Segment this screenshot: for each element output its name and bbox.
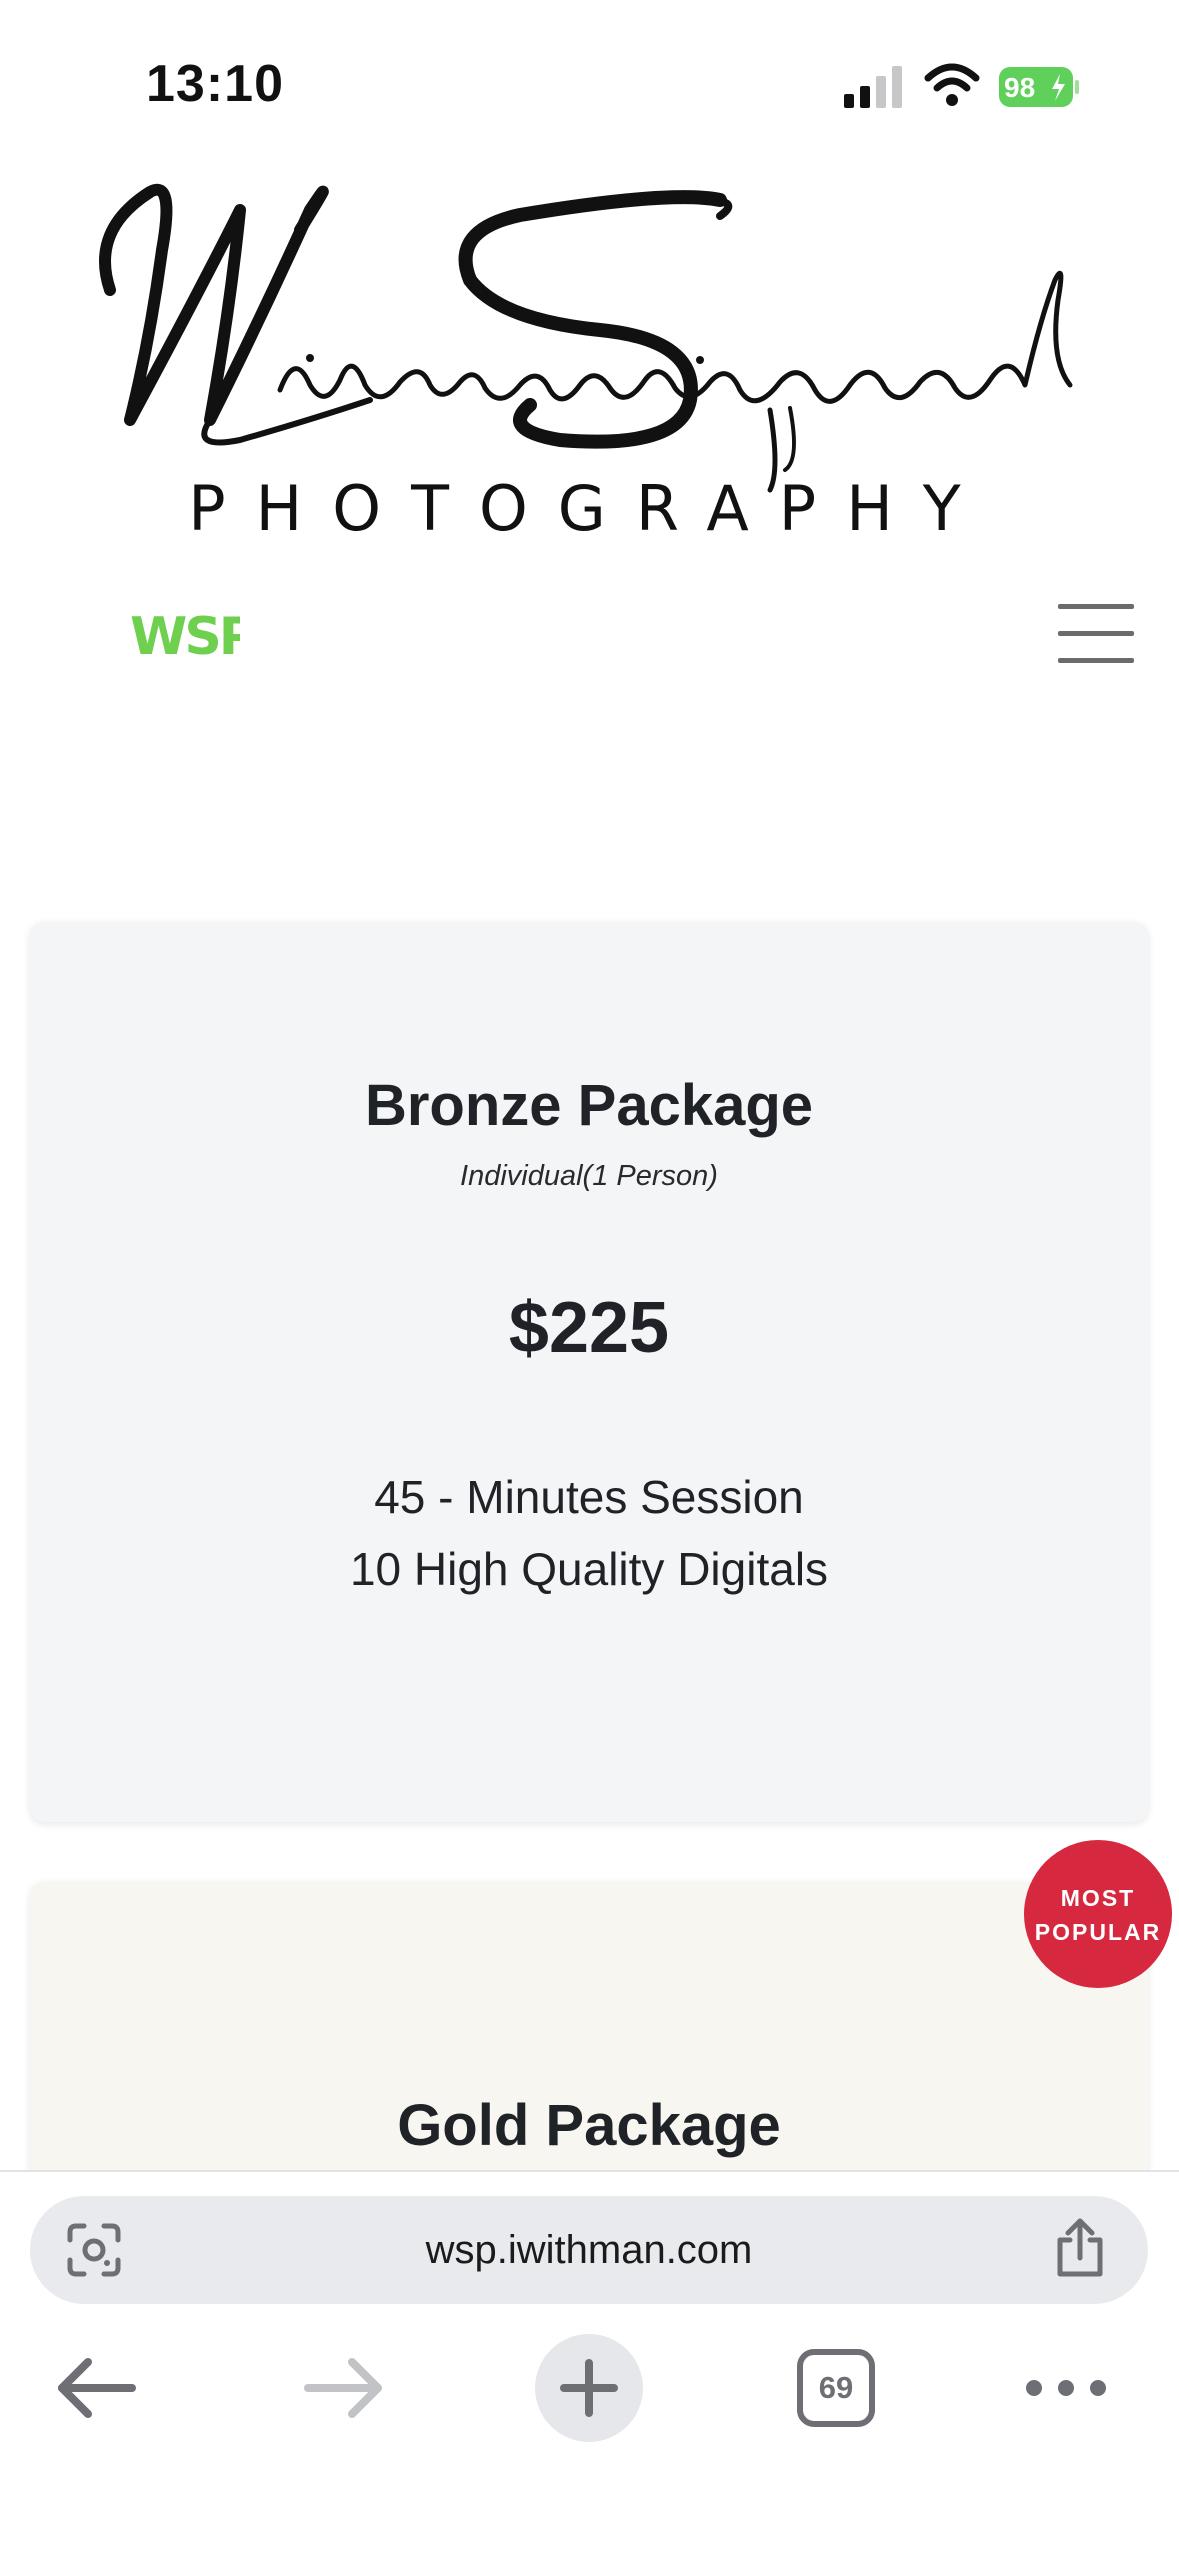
most-popular-badge: MOST POPULAR bbox=[1024, 1840, 1172, 1988]
more-options-icon[interactable] bbox=[1016, 2328, 1116, 2448]
package-subtitle: Individual(1 Person) bbox=[460, 1160, 718, 1192]
package-feature: 10 High Quality Digitals bbox=[349, 1543, 829, 1595]
battery-icon: 98 bbox=[999, 67, 1079, 107]
bronze-package-card: Bronze Package Individual(1 Person) $225… bbox=[30, 922, 1148, 1822]
hamburger-menu-icon[interactable] bbox=[1058, 600, 1134, 666]
package-title: Gold Package bbox=[397, 2093, 781, 2158]
battery-level: 98 bbox=[1004, 72, 1035, 103]
wsp-logo[interactable]: WSP bbox=[130, 604, 240, 664]
back-arrow-icon[interactable] bbox=[46, 2328, 146, 2448]
svg-text:WSP: WSP bbox=[130, 607, 240, 664]
tab-count: 69 bbox=[818, 2370, 854, 2405]
status-bar: 13:10 98 bbox=[0, 0, 1179, 150]
status-time: 13:10 bbox=[146, 55, 284, 113]
package-price: $225 bbox=[508, 1288, 670, 1368]
forward-arrow-icon[interactable] bbox=[294, 2328, 394, 2448]
package-title: Bronze Package bbox=[364, 1073, 814, 1138]
cellular-signal-icon bbox=[844, 66, 902, 108]
signature-logo bbox=[99, 183, 1073, 493]
share-icon[interactable] bbox=[1052, 2218, 1108, 2278]
wifi-icon bbox=[924, 63, 980, 106]
new-tab-plus-icon[interactable] bbox=[534, 2328, 644, 2448]
tabs-button[interactable]: 69 bbox=[788, 2328, 884, 2448]
photography-wordmark: PHOTOGRAPHY bbox=[188, 472, 991, 545]
badge-line: MOST bbox=[1060, 1885, 1136, 1911]
url-text[interactable]: wsp.iwithman.com bbox=[30, 2228, 1148, 2273]
gold-package-card: Gold Package bbox=[30, 1882, 1148, 2182]
package-feature: 45 - Minutes Session bbox=[374, 1471, 804, 1523]
badge-line: POPULAR bbox=[1034, 1919, 1162, 1945]
address-bar[interactable]: wsp.iwithman.com bbox=[30, 2196, 1148, 2304]
